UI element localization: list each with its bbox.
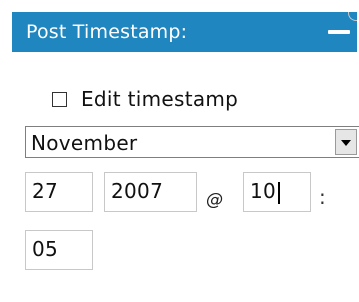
hour-value: 10: [250, 179, 277, 203]
edit-timestamp-label[interactable]: Edit timestamp: [81, 87, 238, 111]
dropdown-button[interactable]: [335, 129, 357, 155]
year-input[interactable]: 2007: [104, 172, 197, 212]
month-select[interactable]: November: [25, 126, 359, 158]
minus-icon: [328, 30, 350, 34]
chevron-down-icon: [341, 140, 351, 146]
text-cursor: [278, 181, 281, 204]
time-separator: :: [319, 185, 326, 209]
month-selected-value: November: [31, 131, 138, 155]
panel-title: Post Timestamp:: [26, 21, 188, 43]
day-input[interactable]: 27: [25, 172, 93, 212]
at-separator: @: [206, 190, 223, 210]
edit-timestamp-row: Edit timestamp: [52, 87, 238, 111]
collapse-button[interactable]: [325, 20, 353, 44]
edit-timestamp-checkbox[interactable]: [52, 91, 67, 107]
hour-input[interactable]: 10: [243, 172, 311, 212]
minute-input[interactable]: 05: [25, 230, 93, 270]
post-timestamp-panel: Post Timestamp: Edit timestamp November …: [0, 0, 359, 302]
day-value: 27: [32, 179, 59, 203]
panel-header: Post Timestamp:: [12, 12, 357, 52]
minute-value: 05: [32, 237, 59, 261]
year-value: 2007: [111, 179, 164, 203]
